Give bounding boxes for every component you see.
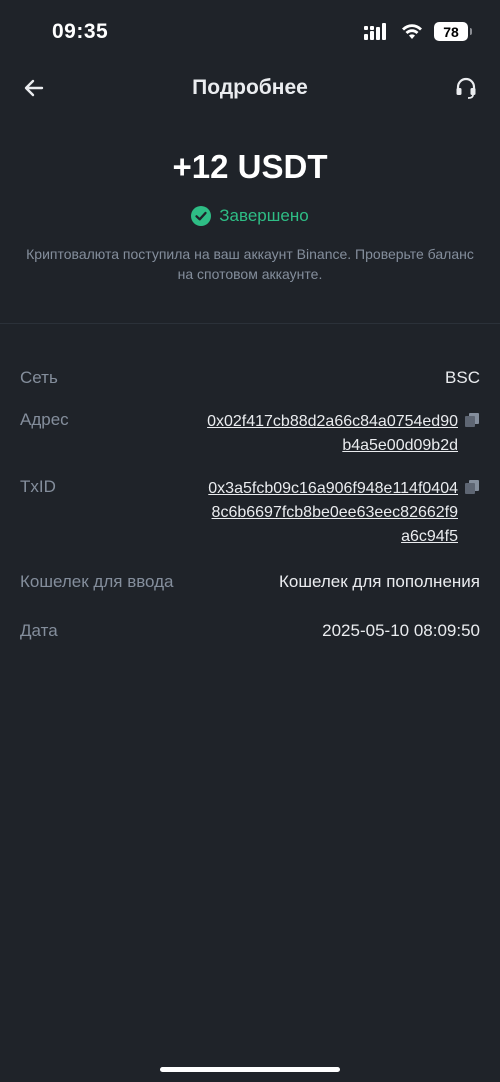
network-label: Сеть [20,368,58,387]
status-label: Завершено [219,206,309,225]
status-time: 09:35 [52,20,109,43]
transaction-status: Завершено [0,206,500,226]
copy-icon[interactable] [464,412,480,428]
page-title: Подробнее [192,76,308,99]
wifi-icon [402,23,422,39]
headset-icon[interactable] [454,76,478,100]
battery-level: 78 [443,23,459,40]
address-value-group: 0x02f417cb88d2a66c84a0754ed90b4a5e00d09b… [206,410,480,458]
detail-row-wallet: Кошелек для ввода Кошелек для пополнения [20,572,480,592]
status-bar: 09:35 78 [0,0,500,66]
top-navigation: Подробнее [0,66,500,112]
date-value: 2025-05-10 08:09:50 [322,621,480,640]
signal-icon [364,22,386,40]
txid-label: TxID [20,477,56,496]
txid-value-group: 0x3a5fcb09c16a906f948e114f04048c6b6697fc… [206,477,480,549]
network-value: BSC [445,368,480,387]
divider [0,323,500,324]
battery-icon: 78 [434,22,472,41]
detail-row-date: Дата 2025-05-10 08:09:50 [20,621,480,641]
check-circle-icon [191,206,212,226]
date-label: Дата [20,621,58,640]
txid-link[interactable]: 0x3a5fcb09c16a906f948e114f04048c6b6697fc… [206,477,458,549]
transaction-description: Криптовалюта поступила на ваш аккаунт Bi… [26,246,474,282]
wallet-label: Кошелек для ввода [20,572,174,591]
copy-icon[interactable] [464,479,480,495]
transaction-amount: +12 USDT [172,148,328,185]
address-label: Адрес [20,410,69,429]
address-link[interactable]: 0x02f417cb88d2a66c84a0754ed90b4a5e00d09b… [206,410,458,458]
detail-row-txid: TxID 0x3a5fcb09c16a906f948e114f04048c6b6… [20,477,480,549]
home-indicator[interactable] [160,1067,340,1072]
wallet-value: Кошелек для пополнения [279,572,480,591]
detail-row-address: Адрес 0x02f417cb88d2a66c84a0754ed90b4a5e… [20,410,480,458]
detail-row-network: Сеть BSC [20,368,480,388]
status-icons: 78 [364,22,472,41]
